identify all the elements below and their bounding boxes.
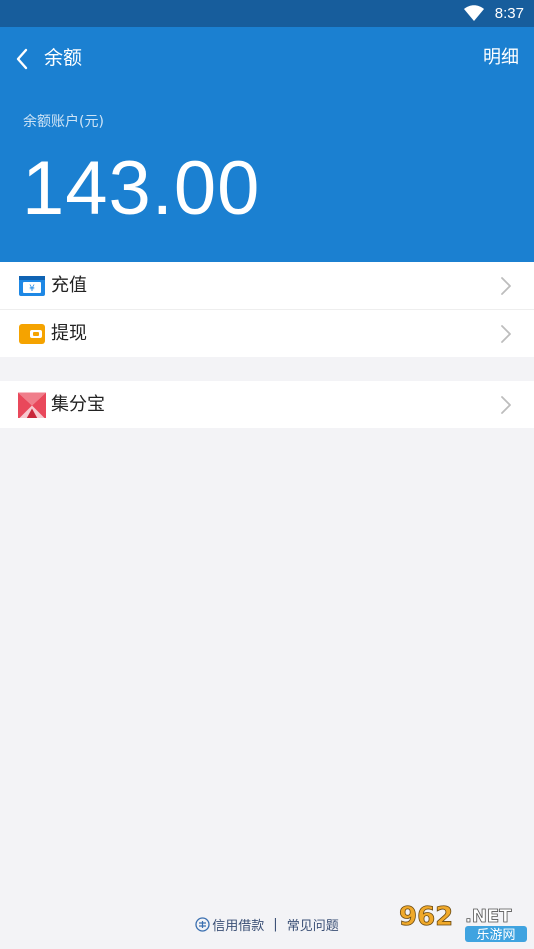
- balance-amount: 143.00: [22, 146, 261, 231]
- menu-label: 集分宝: [51, 394, 105, 415]
- svg-text:¥: ¥: [29, 284, 35, 294]
- jifenbao-logo-icon: [18, 392, 46, 418]
- balance-header: 余额 明细 余额账户(元) 143.00: [0, 27, 534, 262]
- svg-text:.NET: .NET: [465, 906, 512, 927]
- status-time: 8:37: [494, 5, 524, 22]
- menu-label: 提现: [51, 323, 87, 344]
- footer-separator: |: [273, 916, 278, 932]
- chevron-left-icon: [16, 48, 28, 70]
- chevron-right-icon: [501, 325, 511, 343]
- page-title: 余额: [44, 47, 83, 69]
- wifi-icon: [464, 5, 484, 21]
- jifenbao-group: 集分宝: [0, 381, 534, 428]
- recharge-card-icon: ¥: [19, 276, 45, 296]
- menu-label: 充值: [51, 275, 87, 296]
- faq-link[interactable]: 常见问题: [287, 915, 339, 934]
- detail-link[interactable]: 明细: [483, 45, 519, 71]
- credit-loan-link[interactable]: 信用借款: [212, 915, 264, 934]
- balance-actions-group: ¥ 充值 提现: [0, 262, 534, 357]
- status-bar: 8:37: [0, 0, 534, 27]
- menu-item-jifenbao[interactable]: 集分宝: [0, 381, 534, 428]
- menu-item-withdraw[interactable]: 提现: [0, 309, 534, 357]
- back-button[interactable]: [8, 41, 36, 77]
- menu-item-recharge[interactable]: ¥ 充值: [0, 262, 534, 309]
- balance-label: 余额账户(元): [23, 114, 104, 130]
- watermark-logo: 962 .NET 乐游网: [399, 902, 527, 943]
- wallet-icon: [19, 324, 45, 344]
- chevron-right-icon: [501, 277, 511, 295]
- chevron-right-icon: [501, 396, 511, 414]
- credit-loan-icon: [195, 916, 210, 932]
- watermark-brand: 962: [399, 902, 453, 932]
- svg-text:乐游网: 乐游网: [476, 928, 515, 943]
